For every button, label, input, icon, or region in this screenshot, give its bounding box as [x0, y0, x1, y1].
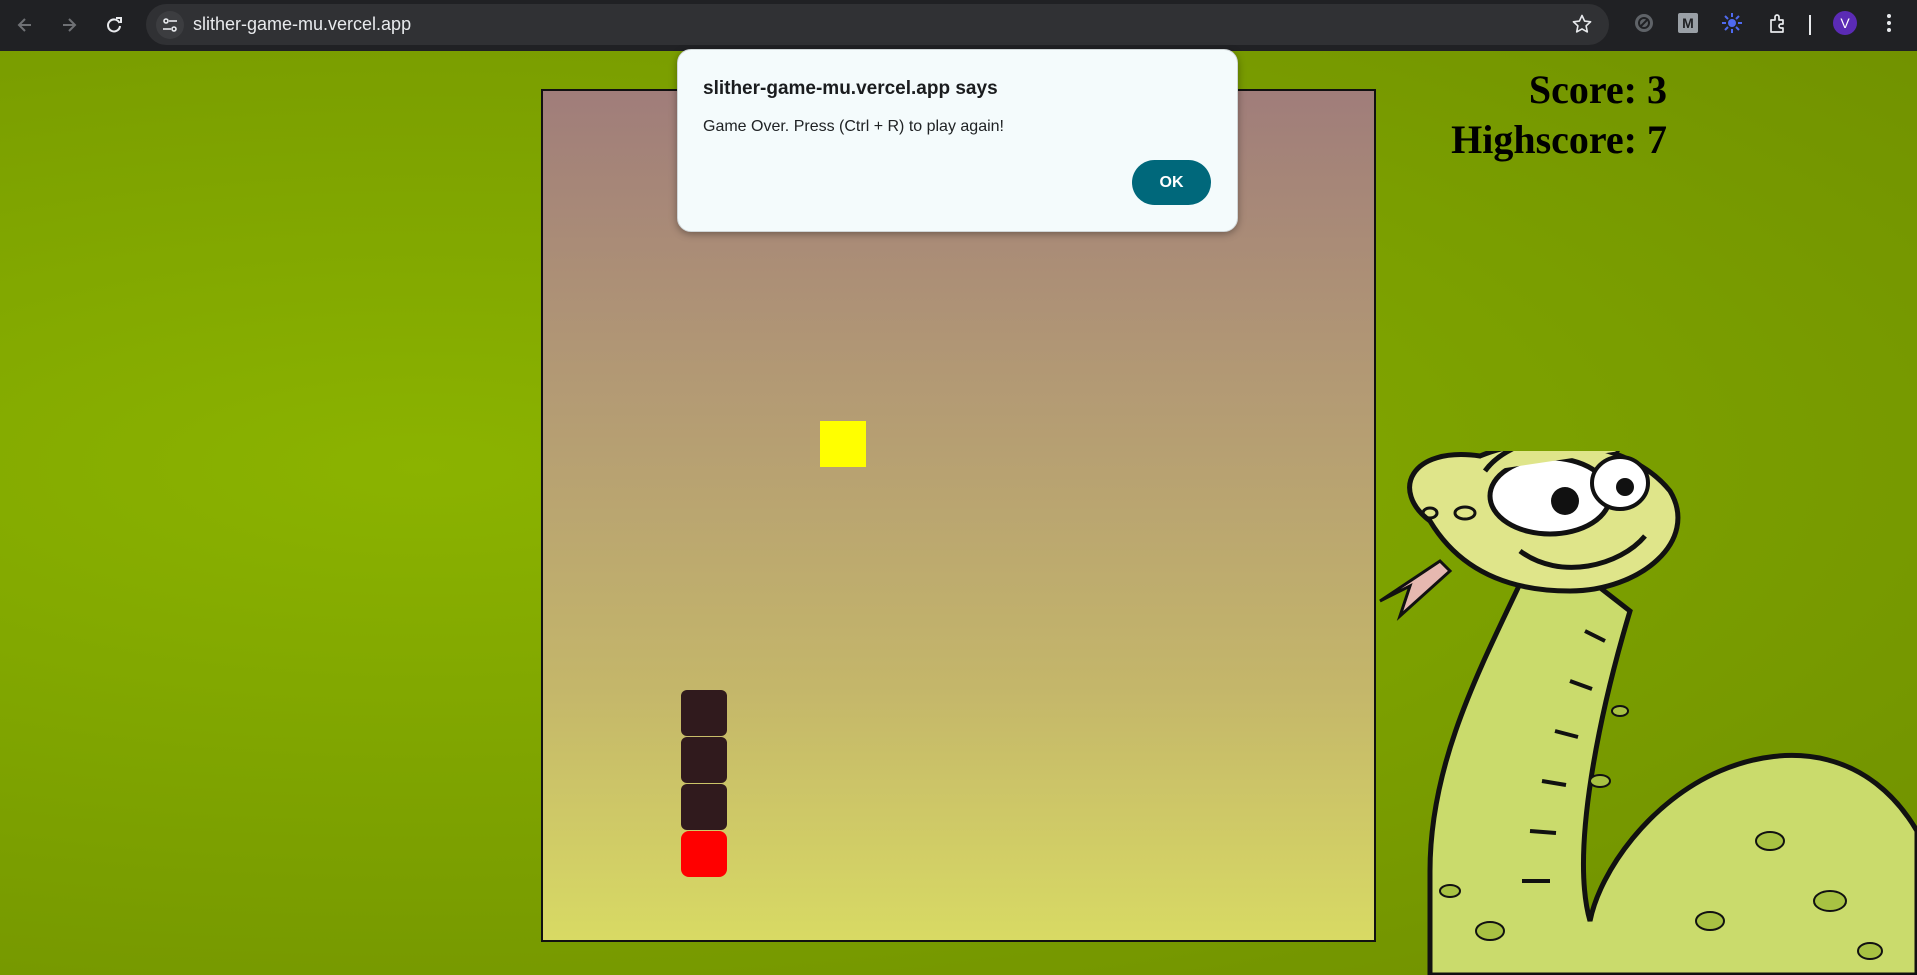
snake-body-segment: [681, 784, 727, 830]
dialog-title: slither-game-mu.vercel.app says: [703, 78, 998, 99]
forward-icon: [63, 18, 77, 32]
extension-button-3[interactable]: [1720, 11, 1744, 35]
menu-icon: [1887, 14, 1891, 32]
sunburst-icon: [1722, 13, 1742, 33]
extension-icon: [1770, 14, 1784, 33]
bookmark-button[interactable]: [1571, 13, 1593, 39]
back-icon: [17, 18, 31, 32]
blocked-circle-icon: [1635, 14, 1653, 32]
snake-head: [681, 831, 727, 877]
extension-button-m[interactable]: M: [1676, 11, 1700, 35]
site-info-button[interactable]: [156, 11, 184, 39]
forward-button[interactable]: [54, 10, 84, 40]
browser-toolbar: slither-game-mu.vercel.app M V: [0, 0, 1917, 51]
avatar-initial: V: [1840, 15, 1850, 31]
extensions-menu-button[interactable]: [1766, 11, 1790, 35]
reload-button[interactable]: [99, 10, 129, 40]
site-info-icon: [163, 18, 177, 32]
highscore-text: Highscore: 7: [1451, 117, 1667, 162]
dialog-message: Game Over. Press (Ctrl + R) to play agai…: [703, 118, 1004, 135]
cartoon-snake-image: [1379, 451, 1917, 975]
url-text[interactable]: slither-game-mu.vercel.app: [193, 14, 411, 35]
score-text: Score: 3: [1528, 67, 1667, 112]
snake-body-segment: [681, 690, 727, 736]
avatar: V: [1833, 11, 1857, 35]
address-bar[interactable]: slither-game-mu.vercel.app: [146, 4, 1609, 45]
m-extension-icon: M: [1678, 13, 1698, 33]
bookmark-star-icon: [1572, 14, 1592, 33]
m-extension-label: M: [1682, 15, 1694, 31]
extension-button-1[interactable]: [1632, 11, 1656, 35]
toolbar-divider: [1809, 15, 1811, 35]
alert-dialog: slither-game-mu.vercel.app says Game Ove…: [677, 49, 1238, 232]
scoreboard: Score: 3 Highscore: 7: [1451, 65, 1667, 165]
back-button[interactable]: [10, 10, 40, 40]
ok-button[interactable]: OK: [1132, 160, 1211, 205]
profile-button[interactable]: V: [1833, 11, 1857, 35]
snake-body-segment: [681, 737, 727, 783]
browser-menu-button[interactable]: [1877, 11, 1901, 35]
food-block: [820, 421, 866, 467]
reload-icon: [107, 17, 122, 33]
